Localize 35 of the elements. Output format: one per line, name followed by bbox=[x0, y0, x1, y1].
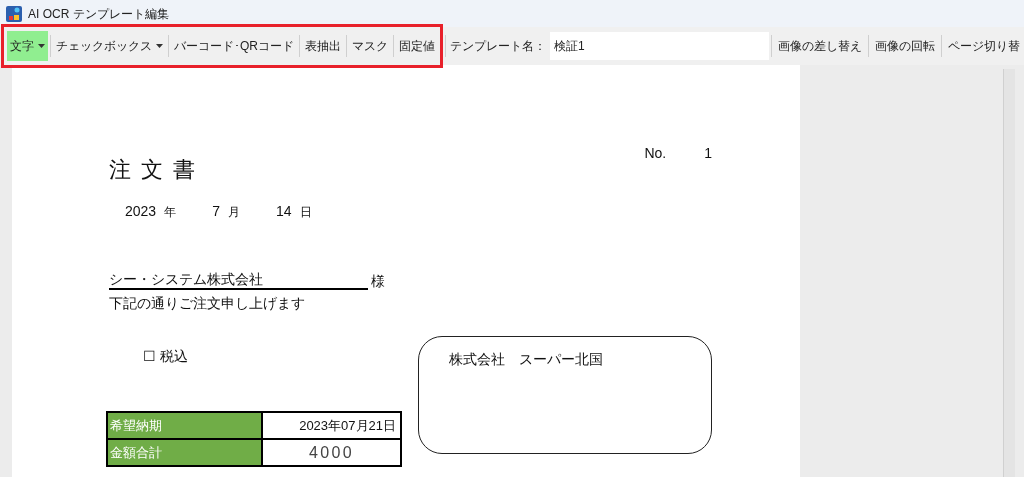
template-name-field[interactable]: 検証1 bbox=[550, 32, 769, 60]
date-value: 2023 bbox=[125, 202, 157, 221]
action-button[interactable]: 画像の回転 bbox=[871, 31, 939, 61]
date-unit: 年 bbox=[164, 204, 177, 221]
greeting-text: 下記の通りご注文申し上げます bbox=[109, 294, 306, 312]
customer-name: シー・システム株式会社 bbox=[109, 270, 368, 290]
app-icon bbox=[6, 5, 22, 22]
tax-label: 税込 bbox=[160, 347, 188, 366]
honorific: 様 bbox=[371, 272, 385, 290]
table-label-cell: 希望納期 bbox=[107, 412, 262, 439]
document-title: 注文書 bbox=[109, 157, 206, 183]
number-label: No. bbox=[644, 145, 667, 161]
tool-button[interactable]: 表抽出 bbox=[302, 31, 344, 61]
checkbox-mark: ☐ bbox=[143, 347, 156, 366]
tool-button[interactable]: 固定値 bbox=[396, 31, 438, 61]
tool-button[interactable]: バーコード･QRコード bbox=[171, 31, 297, 61]
date-unit: 月 bbox=[227, 204, 240, 221]
supplier-name: 株式会社 スーパー北国 bbox=[449, 351, 603, 367]
tool-button[interactable]: 文字 bbox=[7, 31, 48, 61]
table-value-cell: 2023年07月21日 bbox=[262, 412, 401, 439]
number-value: 1 bbox=[704, 145, 712, 161]
action-button[interactable]: ページ切り替 bbox=[944, 31, 1024, 61]
table-value-cell: 4000 bbox=[262, 439, 401, 466]
tool-button[interactable]: チェックボックス bbox=[53, 31, 166, 61]
tool-button[interactable]: マスク bbox=[349, 31, 391, 61]
date-value: 7 bbox=[212, 202, 220, 221]
scrollbar[interactable] bbox=[1003, 69, 1015, 477]
date-unit: 日 bbox=[299, 204, 312, 221]
window-title: AI OCR テンプレート編集 bbox=[28, 5, 169, 23]
caret-icon bbox=[156, 44, 163, 48]
table-label-cell: 金額合計 bbox=[107, 439, 262, 466]
date-value: 14 bbox=[275, 202, 292, 221]
action-button[interactable]: 画像の差し替え bbox=[774, 31, 866, 61]
caret-icon bbox=[38, 44, 45, 48]
template-name-label: テンプレート名： bbox=[450, 38, 546, 55]
